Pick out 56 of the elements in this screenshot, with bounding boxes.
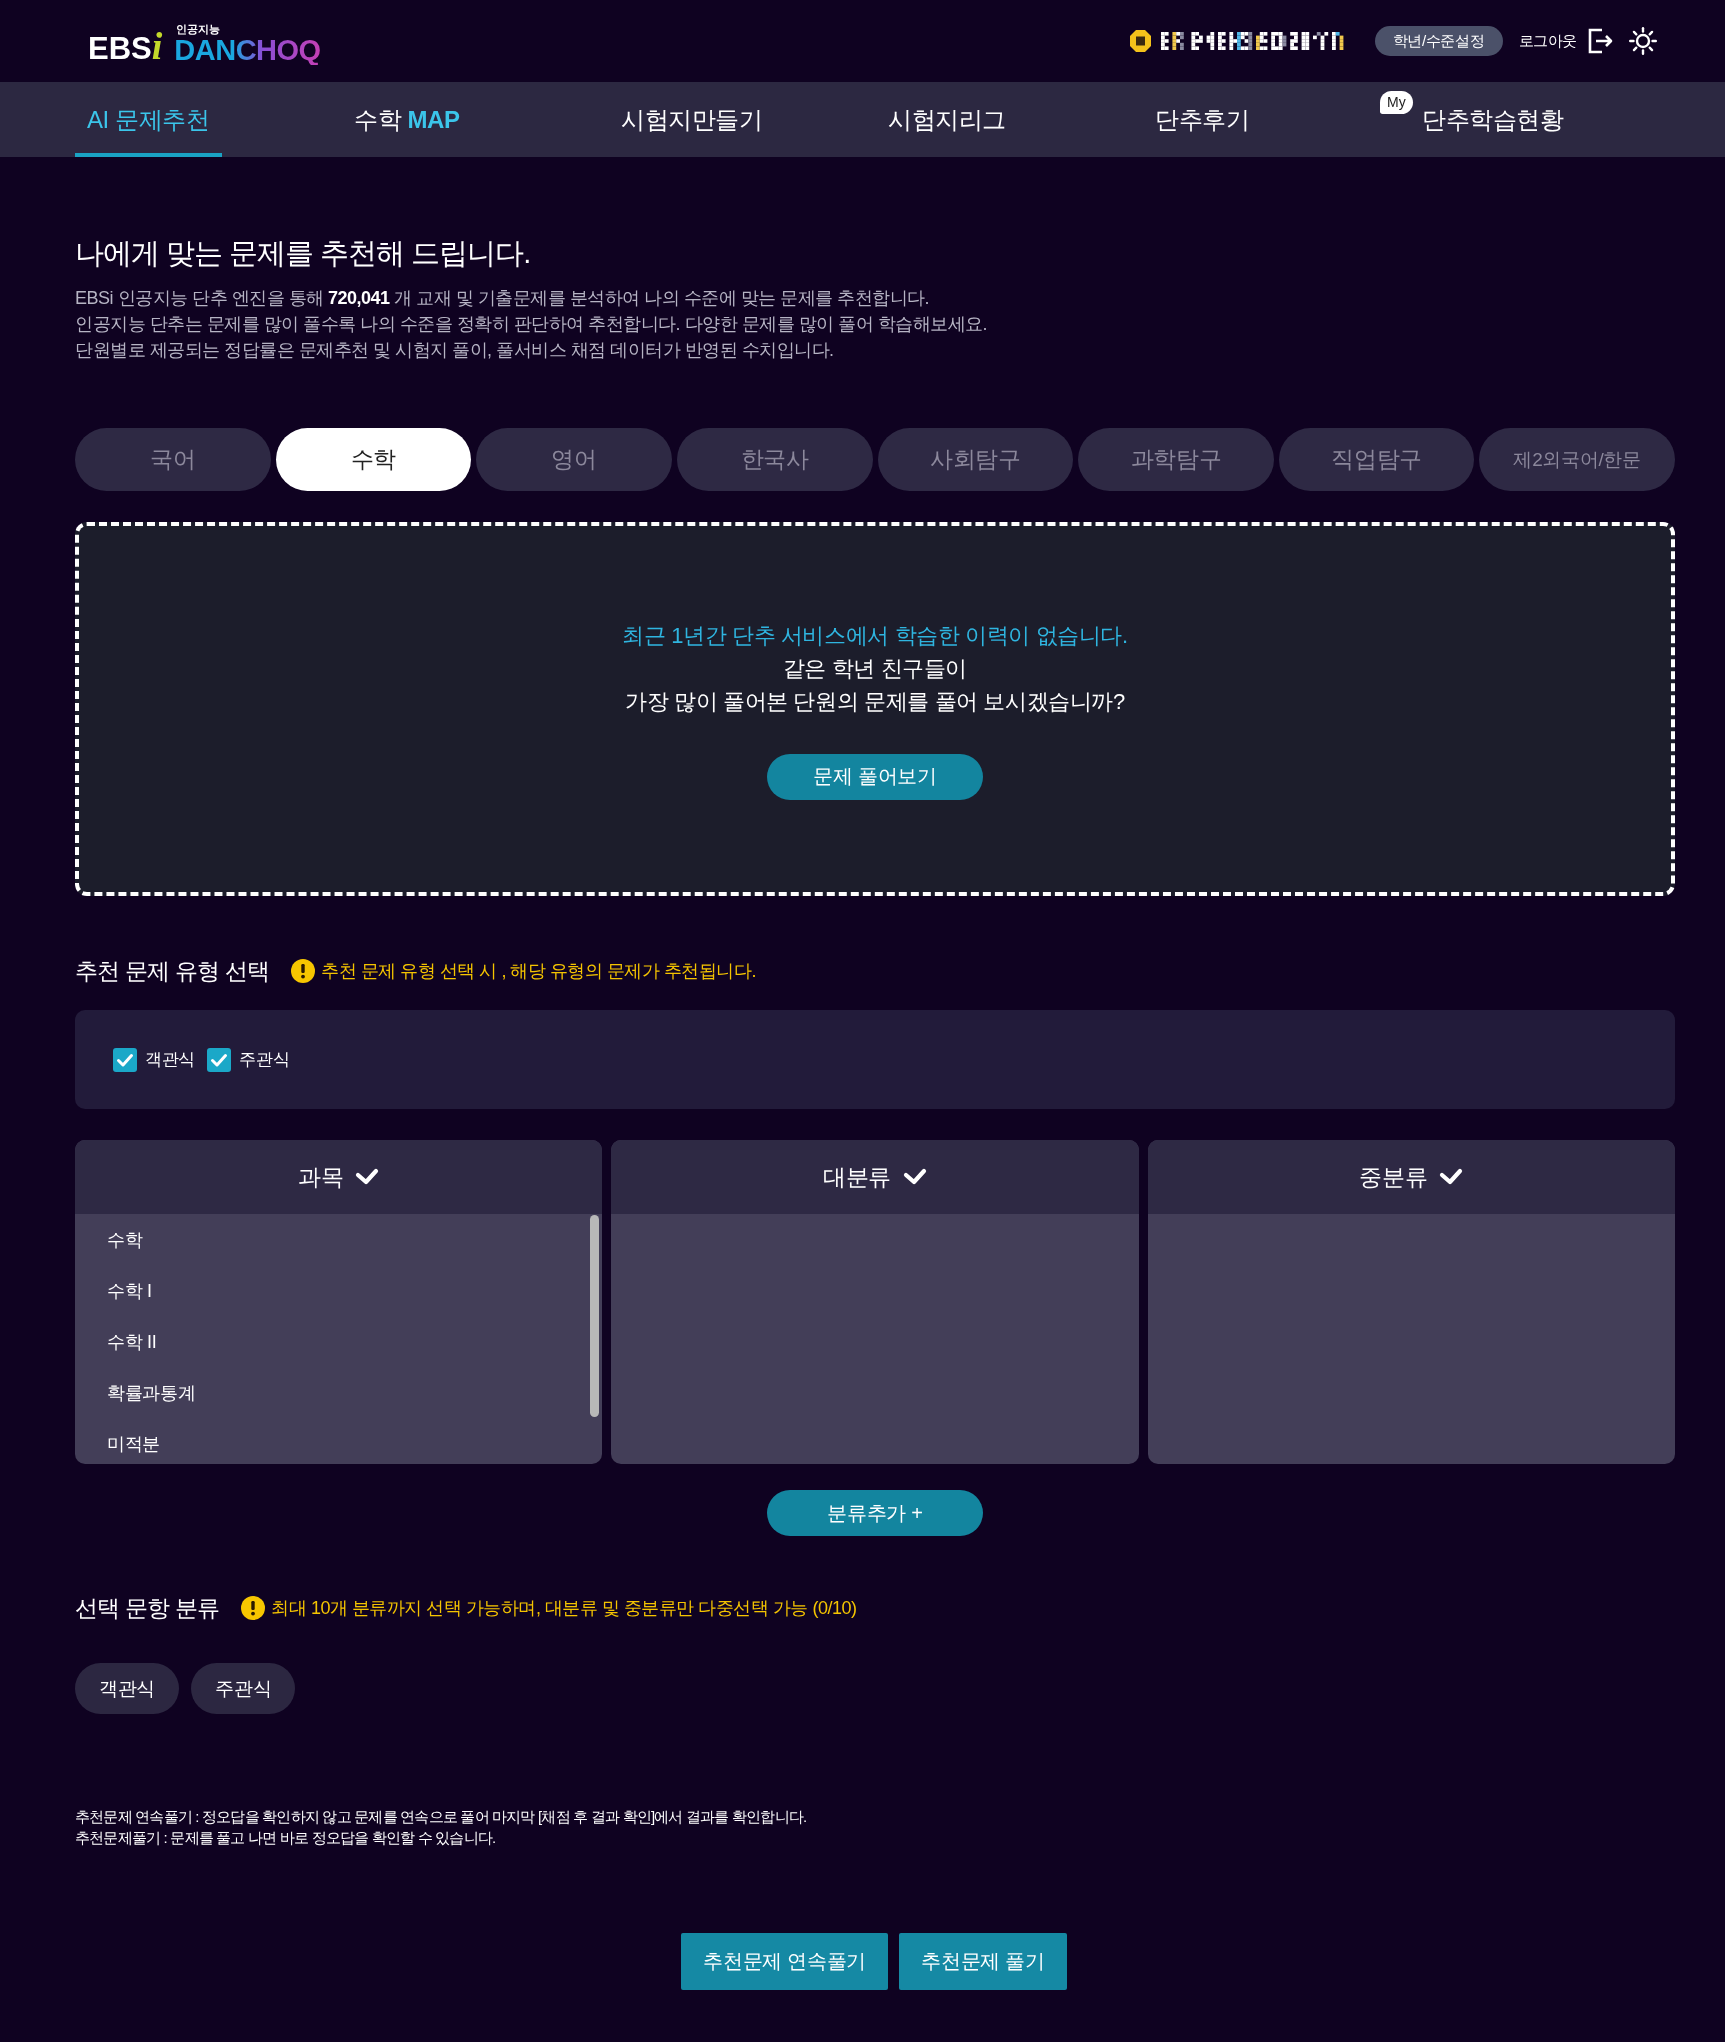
octagon-badge-icon bbox=[1129, 30, 1151, 52]
warning-icon bbox=[291, 959, 316, 983]
solve-action-button[interactable]: 추천문제 풀기 bbox=[899, 1933, 1067, 1990]
nav-tab[interactable]: 단추후기 bbox=[1143, 82, 1262, 157]
notice-message: 최근 1년간 단추 서비스에서 학습한 이력이 없습니다. bbox=[622, 621, 1128, 650]
section-title: 선택 문항 분류 bbox=[75, 1594, 220, 1623]
intro-text: EBSi 인공지능 단추 엔진을 통해 720,041 개 교재 및 기출문제를 분석하여 나의 수준에 맞는 문제를 추천합니다. 인공지능 단추는 문제를 많이 풀수록 나의 수준을 정확히 판단하여 추천합니다. 다양한 문제를 많이 풀어 학습해보세요. 단원별로 제공되는 정답률은 문제추천 및 시험지 풀이, 풀서비스 채점 데이터가 반영된 수치입니다. bbox=[75, 287, 988, 362]
solve-action-button[interactable]: 추천문제 연속풀기 bbox=[681, 1933, 889, 1990]
list-title: 대분류 bbox=[822, 1162, 892, 1192]
subject-tab[interactable]: 한국사 bbox=[676, 428, 873, 491]
subject-tab[interactable]: 과학탐구 bbox=[1078, 428, 1274, 491]
list-item[interactable]: 미적분 bbox=[75, 1418, 603, 1464]
subject-tab[interactable]: 영어 bbox=[476, 428, 672, 491]
ebsi-logo[interactable]: EBSi bbox=[88, 26, 163, 65]
checkbox-label[interactable]: 객관식 bbox=[145, 1048, 196, 1071]
list-item[interactable]: 수학 bbox=[75, 1214, 603, 1265]
nav-tab[interactable]: 시험지리그 bbox=[876, 82, 1018, 157]
grade-level-button[interactable]: 학년/수준설정 bbox=[1374, 26, 1503, 56]
sun-icon[interactable] bbox=[1629, 27, 1657, 55]
type-chip[interactable]: 객관식 bbox=[75, 1663, 180, 1714]
warning-text: 추천 문제 유형 선택 시 , 해당 유형의 문제가 추천됩니다. bbox=[321, 960, 756, 983]
logout-link[interactable]: 로그아웃 bbox=[1518, 31, 1577, 51]
notice-prompt: 같은 학년 친구들이 가장 많이 풀어본 단원의 문제를 풀어 보시겠습니까? bbox=[625, 654, 1125, 716]
nav-tab[interactable]: AI 문제추천 bbox=[75, 82, 222, 157]
section-title: 추천 문제 유형 선택 bbox=[75, 957, 270, 986]
list-item[interactable]: 확률과통계 bbox=[75, 1367, 603, 1418]
list-title: 중분류 bbox=[1359, 1162, 1428, 1192]
checkbox[interactable] bbox=[113, 1047, 137, 1072]
warning-icon bbox=[241, 1596, 266, 1620]
checkmark-icon[interactable] bbox=[355, 1168, 380, 1186]
logout-icon[interactable] bbox=[1587, 28, 1613, 54]
subject-tab[interactable]: 수학 bbox=[275, 428, 472, 491]
solve-problems-button[interactable]: 문제 풀어보기 bbox=[767, 753, 983, 800]
scrollbar[interactable] bbox=[590, 1215, 600, 1417]
list-item[interactable]: 수학 I bbox=[75, 1265, 603, 1316]
my-badge: My bbox=[1380, 91, 1413, 114]
subject-tab[interactable]: 직업탐구 bbox=[1278, 428, 1475, 491]
note-text: 추천문제 연속풀기 : 정오답을 확인하지 않고 문제를 연속으로 풀어 마지막 [채점 후 결과 확인]에서 결과를 확인합니다. bbox=[75, 1807, 808, 1827]
list-title: 과목 bbox=[297, 1162, 344, 1192]
page-title: 나에게 맞는 문제를 추천해 드립니다. bbox=[75, 236, 532, 271]
checkmark-icon[interactable] bbox=[903, 1168, 928, 1186]
checkbox-label[interactable]: 주관식 bbox=[239, 1048, 290, 1071]
checkmark-icon[interactable] bbox=[1439, 1168, 1464, 1186]
list-item[interactable]: 수학 II bbox=[75, 1316, 603, 1367]
subject-tab[interactable]: 국어 bbox=[75, 428, 271, 491]
checkbox[interactable] bbox=[207, 1047, 232, 1072]
add-category-button[interactable]: 분류추가 + bbox=[767, 1490, 983, 1536]
nav-tab[interactable]: 단추학습현황 bbox=[1410, 82, 1576, 157]
nav-tab[interactable]: 시험지만들기 bbox=[609, 82, 775, 157]
subject-tab[interactable]: 제2외국어/한문 bbox=[1479, 428, 1675, 491]
nav-tab[interactable]: 수학 MAP bbox=[342, 82, 472, 157]
subject-tab[interactable]: 사회탐구 bbox=[877, 428, 1074, 491]
type-chip[interactable]: 주관식 bbox=[191, 1663, 296, 1714]
warning-text: 최대 10개 분류까지 선택 가능하며, 대분류 및 중분류만 다중선택 가능 (0/10) bbox=[271, 1597, 857, 1620]
note-text: 추천문제풀기 : 문제를 풀고 나면 바로 정오답을 확인할 수 있습니다. bbox=[75, 1828, 497, 1848]
logo-tagline: 인공지능 bbox=[175, 23, 222, 35]
